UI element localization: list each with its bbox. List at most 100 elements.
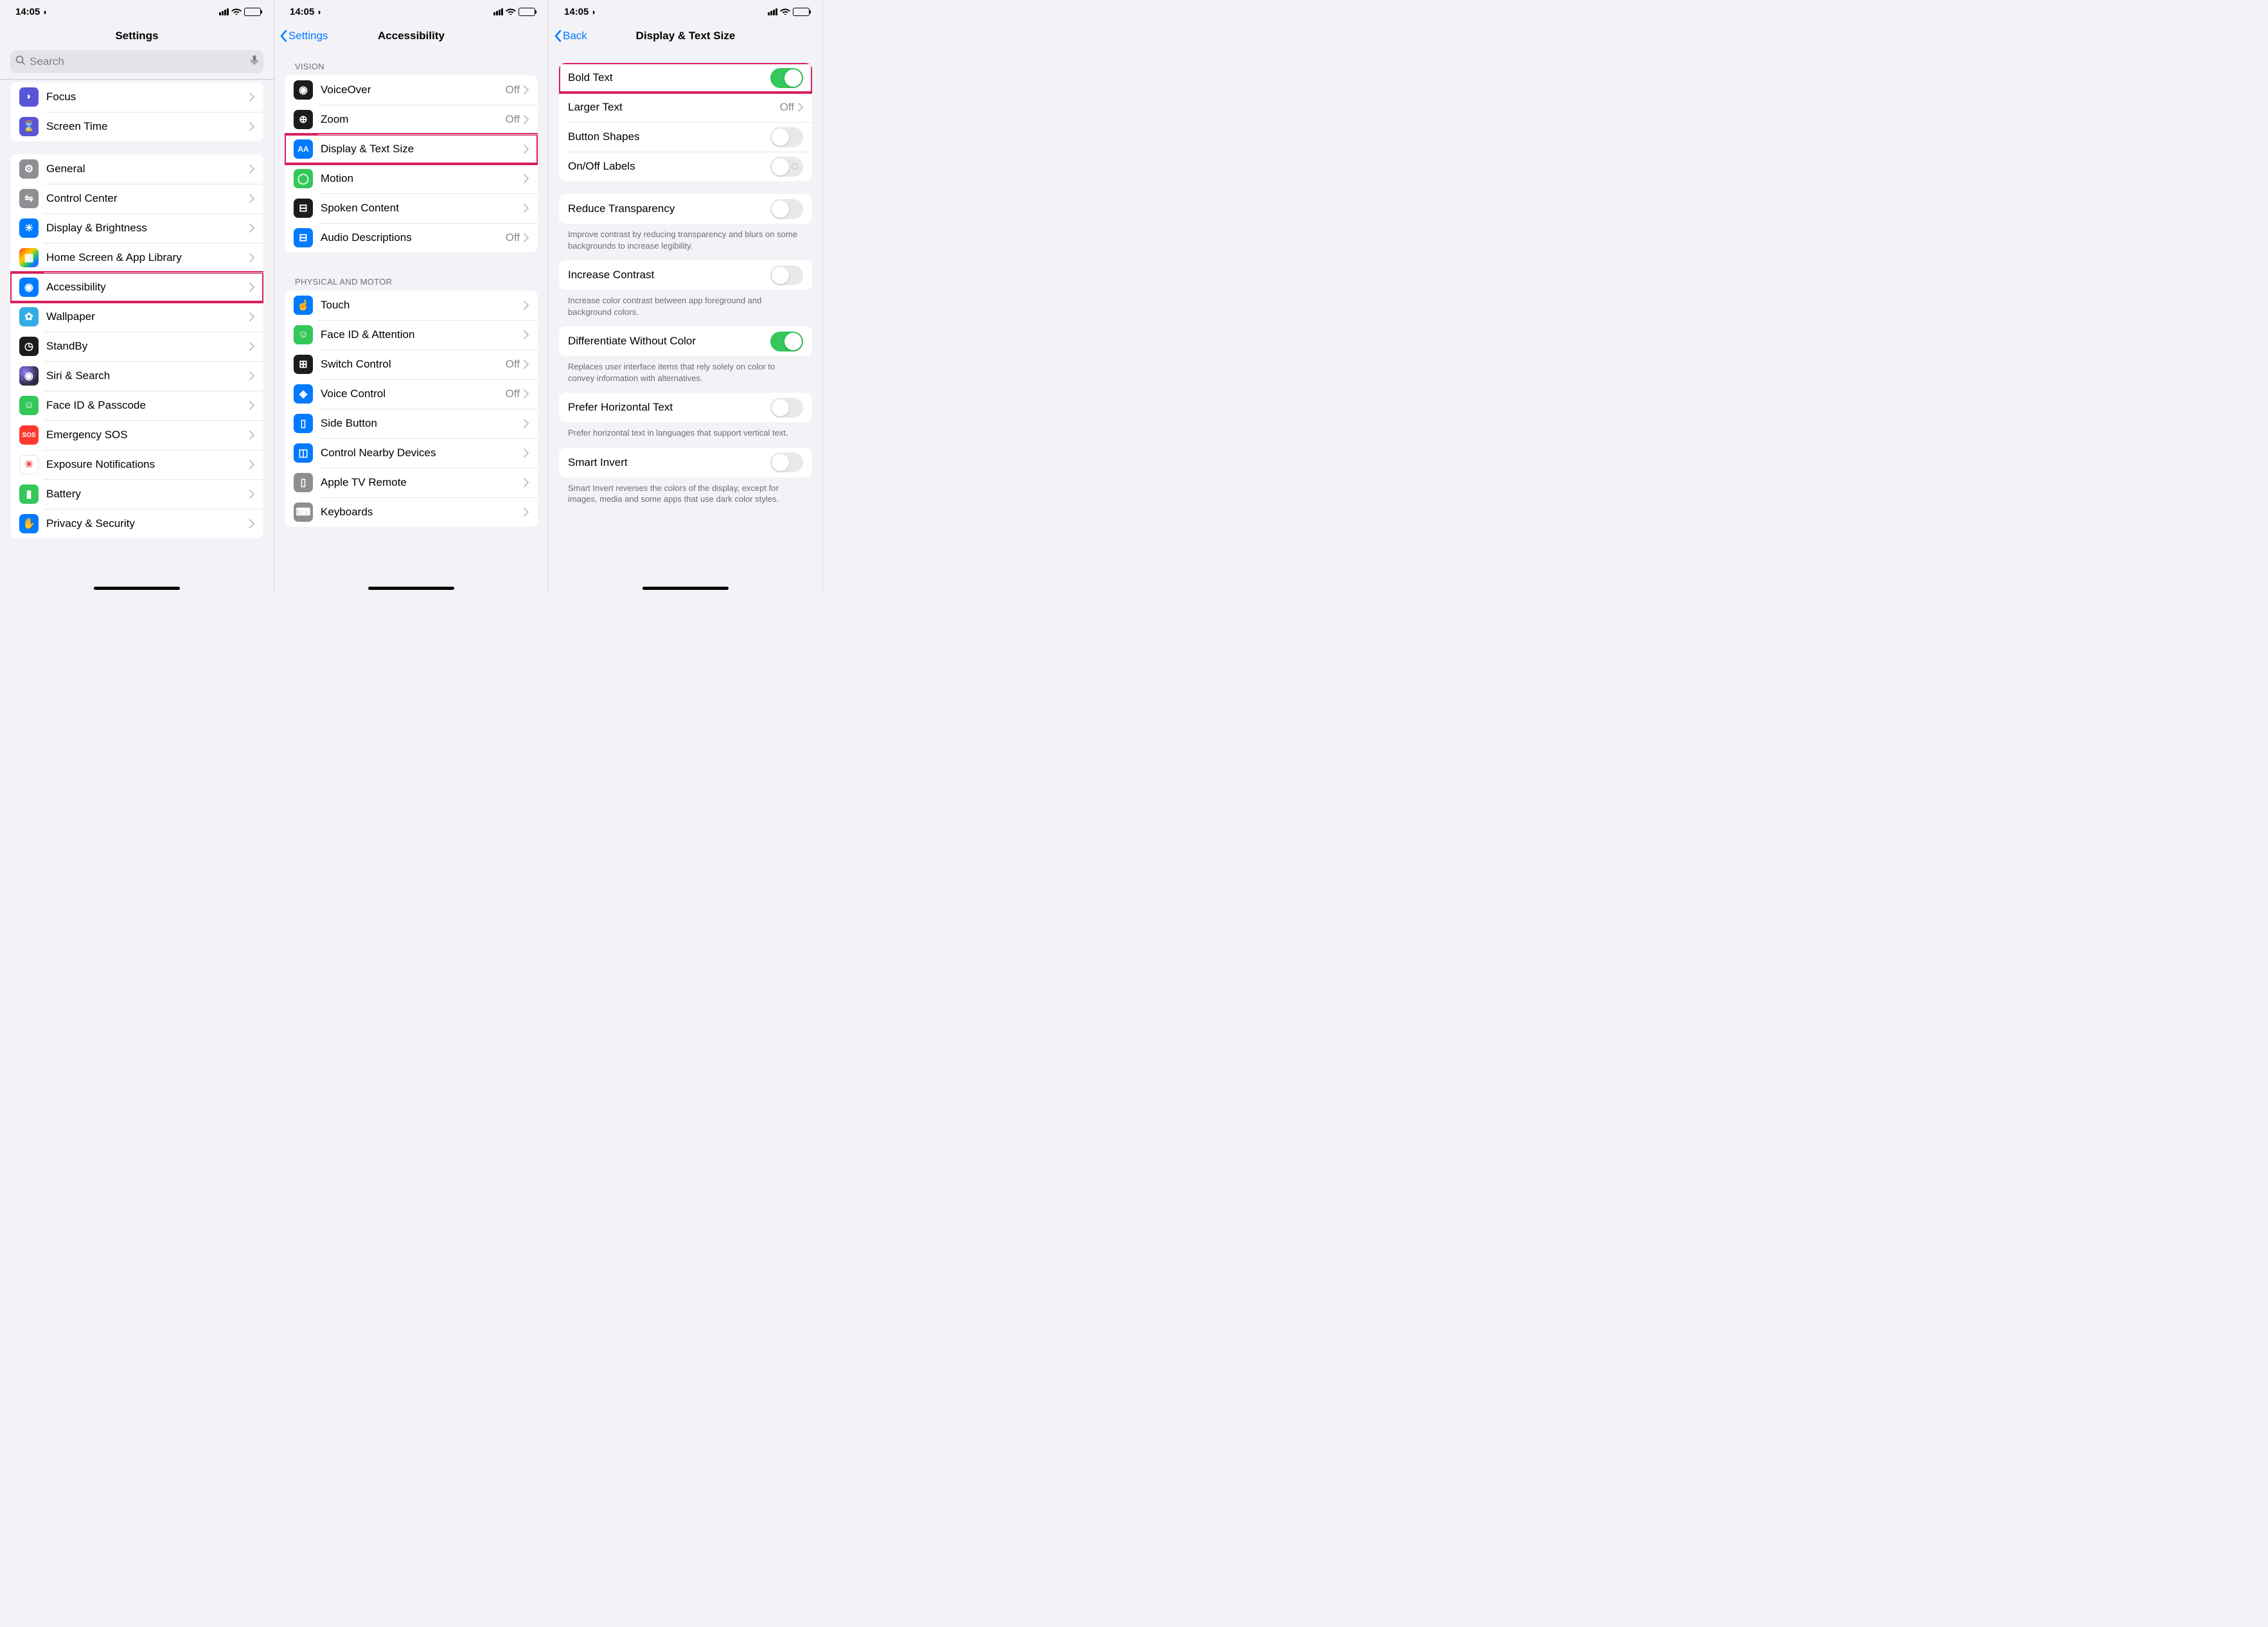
- row-audio-descriptions[interactable]: ⊟Audio DescriptionsOff: [285, 223, 538, 253]
- settings-group: Smart Invert: [559, 448, 812, 477]
- sun-icon: ☀: [19, 218, 39, 238]
- row-label: Emergency SOS: [46, 429, 249, 441]
- row-motion[interactable]: ◯Motion: [285, 164, 538, 193]
- status-bar: 14:05 ◗: [0, 0, 274, 22]
- row-larger-text[interactable]: Larger TextOff: [559, 93, 812, 122]
- group-footer: Replaces user interface items that rely …: [549, 361, 822, 393]
- row-side-button[interactable]: ▯Side Button: [285, 409, 538, 438]
- row-screen-time[interactable]: ⌛Screen Time: [10, 112, 263, 141]
- row-focus[interactable]: ◗Focus: [10, 82, 263, 112]
- toggle-bold-text[interactable]: [770, 68, 803, 88]
- mic-icon[interactable]: [251, 55, 258, 69]
- voice-icon: ◈: [294, 384, 313, 404]
- dnd-moon-icon: ◗: [317, 7, 322, 17]
- settings-group: ⚙General⇋Control Center☀Display & Bright…: [10, 154, 263, 538]
- row-label: Increase Contrast: [568, 269, 770, 281]
- row-privacy-security[interactable]: ✋Privacy & Security: [10, 509, 263, 538]
- row-wallpaper[interactable]: ✿Wallpaper: [10, 302, 263, 332]
- back-button[interactable]: Back: [554, 30, 587, 42]
- row-prefer-horizontal-text[interactable]: Prefer Horizontal Text: [559, 393, 812, 422]
- row-battery[interactable]: ▮Battery: [10, 479, 263, 509]
- search-input[interactable]: [30, 55, 247, 68]
- chevron-icon: [524, 508, 529, 517]
- toggle-increase-contrast[interactable]: [770, 265, 803, 285]
- row-spoken-content[interactable]: ⊟Spoken Content: [285, 193, 538, 223]
- row-value: Off: [506, 231, 520, 244]
- home-indicator[interactable]: [368, 587, 454, 590]
- row-button-shapes[interactable]: Button Shapes: [559, 122, 812, 152]
- touch-icon: ☝: [294, 296, 313, 315]
- chevron-icon: [524, 478, 529, 487]
- home-indicator[interactable]: [642, 587, 729, 590]
- row-label: Home Screen & App Library: [46, 251, 249, 264]
- row-on-off-labels[interactable]: On/Off Labels: [559, 152, 812, 181]
- row-control-nearby-devices[interactable]: ◫Control Nearby Devices: [285, 438, 538, 468]
- toggle-button-shapes[interactable]: [770, 127, 803, 147]
- row-display-brightness[interactable]: ☀Display & Brightness: [10, 213, 263, 243]
- row-smart-invert[interactable]: Smart Invert: [559, 448, 812, 477]
- sos-icon: SOS: [19, 425, 39, 445]
- chevron-icon: [249, 401, 254, 410]
- screen-settings: 14:05 ◗ Settings ◗Focus⌛Screen Time⚙Gene…: [0, 0, 274, 594]
- chevron-icon: [524, 115, 529, 124]
- back-label: Settings: [288, 30, 328, 42]
- status-bar: 14:05 ◗: [549, 0, 822, 22]
- row-display-text-size[interactable]: AA Display & Text Size: [285, 134, 538, 164]
- row-face-id-attention[interactable]: ☺Face ID & Attention: [285, 320, 538, 350]
- row-zoom[interactable]: ⊕ZoomOff: [285, 105, 538, 134]
- aa-icon: AA: [294, 139, 313, 159]
- row-label: Display & Text Size: [321, 143, 524, 156]
- grid-icon: ▦: [19, 248, 39, 267]
- toggle-prefer-horizontal-text[interactable]: [770, 398, 803, 418]
- row-increase-contrast[interactable]: Increase Contrast: [559, 260, 812, 290]
- search-box[interactable]: [10, 50, 263, 73]
- cellular-signal-icon: [493, 8, 503, 15]
- row-touch[interactable]: ☝Touch: [285, 290, 538, 320]
- row-apple-tv-remote[interactable]: ▯Apple TV Remote: [285, 468, 538, 497]
- section-header-vision: VISION: [274, 50, 548, 75]
- row-accessibility[interactable]: ◉Accessibility: [10, 272, 263, 302]
- row-siri-search[interactable]: ◉Siri & Search: [10, 361, 263, 391]
- row-value: Off: [506, 387, 520, 400]
- row-home-screen-app-library[interactable]: ▦ Home Screen & App Library: [10, 243, 263, 272]
- switches-icon: ⇋: [19, 189, 39, 208]
- toggle-reduce-transparency[interactable]: [770, 199, 803, 219]
- exposure-icon: ☀: [19, 455, 39, 474]
- row-label: Differentiate Without Color: [568, 335, 770, 348]
- row-label: Spoken Content: [321, 202, 524, 215]
- row-exposure-notifications[interactable]: ☀Exposure Notifications: [10, 450, 263, 479]
- row-standby[interactable]: ◷StandBy: [10, 332, 263, 361]
- home-indicator[interactable]: [94, 587, 180, 590]
- nav-bar: Back Display & Text Size: [549, 22, 822, 50]
- chevron-icon: [249, 253, 254, 262]
- toggle-differentiate-without-color[interactable]: [770, 332, 803, 351]
- accessibility-icon: ◉: [19, 278, 39, 297]
- status-time: 14:05: [564, 6, 589, 17]
- row-label: Voice Control: [321, 387, 506, 400]
- row-voiceover[interactable]: ◉VoiceOverOff: [285, 75, 538, 105]
- chevron-icon: [524, 204, 529, 213]
- screen-accessibility: 14:05 ◗ Settings Accessibility VISION◉Vo…: [274, 0, 549, 594]
- back-button[interactable]: Settings: [279, 30, 328, 42]
- row-control-center[interactable]: ⇋Control Center: [10, 184, 263, 213]
- row-face-id-passcode[interactable]: ☺Face ID & Passcode: [10, 391, 263, 420]
- toggle-on-off-labels[interactable]: [770, 157, 803, 177]
- chevron-icon: [524, 301, 529, 310]
- row-general[interactable]: ⚙General: [10, 154, 263, 184]
- faceid-icon: ☺: [19, 396, 39, 415]
- row-reduce-transparency[interactable]: Reduce Transparency: [559, 194, 812, 224]
- row-voice-control[interactable]: ◈ Voice ControlOff: [285, 379, 538, 409]
- row-keyboards[interactable]: ⌨Keyboards: [285, 497, 538, 527]
- row-label: Smart Invert: [568, 456, 770, 469]
- flower-icon: ✿: [19, 307, 39, 326]
- status-bar: 14:05 ◗: [274, 0, 548, 22]
- chevron-icon: [249, 164, 254, 173]
- toggle-smart-invert[interactable]: [770, 452, 803, 472]
- row-label: Siri & Search: [46, 369, 249, 382]
- row-differentiate-without-color[interactable]: Differentiate Without Color: [559, 326, 812, 356]
- chevron-icon: [524, 419, 529, 428]
- row-value: Off: [506, 358, 520, 371]
- row-bold-text[interactable]: Bold Text: [559, 63, 812, 93]
- row-emergency-sos[interactable]: SOS Emergency SOS: [10, 420, 263, 450]
- row-switch-control[interactable]: ⊞Switch ControlOff: [285, 350, 538, 379]
